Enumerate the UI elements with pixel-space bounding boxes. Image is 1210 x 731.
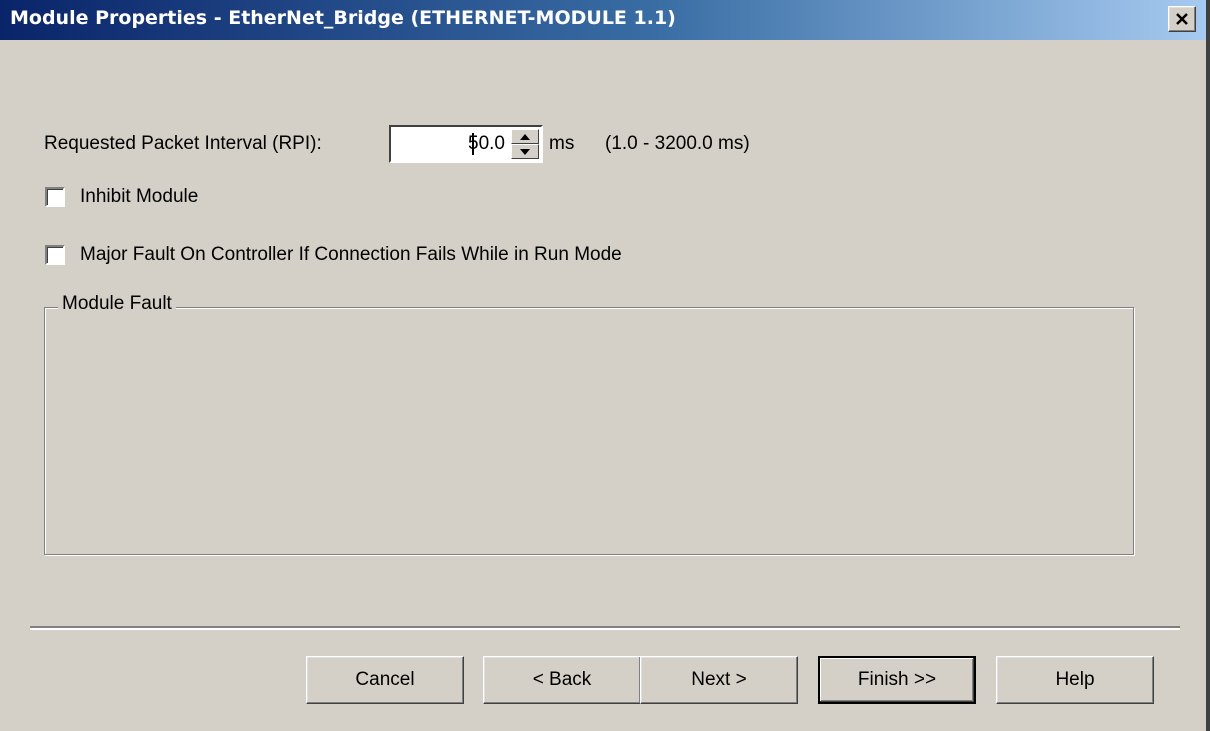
close-icon xyxy=(1176,13,1188,25)
rpi-label: Requested Packet Interval (RPI): xyxy=(44,133,322,154)
inhibit-module-checkbox[interactable] xyxy=(45,187,65,207)
text-caret xyxy=(472,133,474,155)
rpi-unit: ms xyxy=(549,133,575,154)
window-border xyxy=(1206,0,1210,731)
module-properties-dialog: Module Properties - EtherNet_Bridge (ETH… xyxy=(0,0,1210,731)
rpi-range: (1.0 - 3200.0 ms) xyxy=(605,133,750,154)
rpi-spinner[interactable] xyxy=(511,129,539,159)
back-button[interactable]: < Back xyxy=(483,656,641,704)
major-fault-checkbox[interactable] xyxy=(45,245,65,265)
inhibit-module-label[interactable]: Inhibit Module xyxy=(80,186,198,208)
spin-up-icon xyxy=(520,133,530,140)
close-button[interactable] xyxy=(1168,6,1196,32)
module-fault-title: Module Fault xyxy=(58,293,176,315)
next-button[interactable]: Next > xyxy=(640,656,798,704)
spin-down-icon xyxy=(520,148,530,155)
major-fault-label[interactable]: Major Fault On Controller If Connection … xyxy=(80,244,622,266)
title-bar[interactable]: Module Properties - EtherNet_Bridge (ETH… xyxy=(0,0,1206,40)
module-fault-group xyxy=(44,307,1134,555)
separator xyxy=(30,626,1180,630)
rpi-input[interactable]: 50.0 xyxy=(389,125,543,163)
spin-up-button[interactable] xyxy=(511,129,539,144)
cancel-button[interactable]: Cancel xyxy=(306,656,464,704)
finish-button[interactable]: Finish >> xyxy=(818,656,976,704)
help-button[interactable]: Help xyxy=(996,656,1154,704)
window-title: Module Properties - EtherNet_Bridge (ETH… xyxy=(10,7,676,29)
spin-down-button[interactable] xyxy=(511,144,539,159)
